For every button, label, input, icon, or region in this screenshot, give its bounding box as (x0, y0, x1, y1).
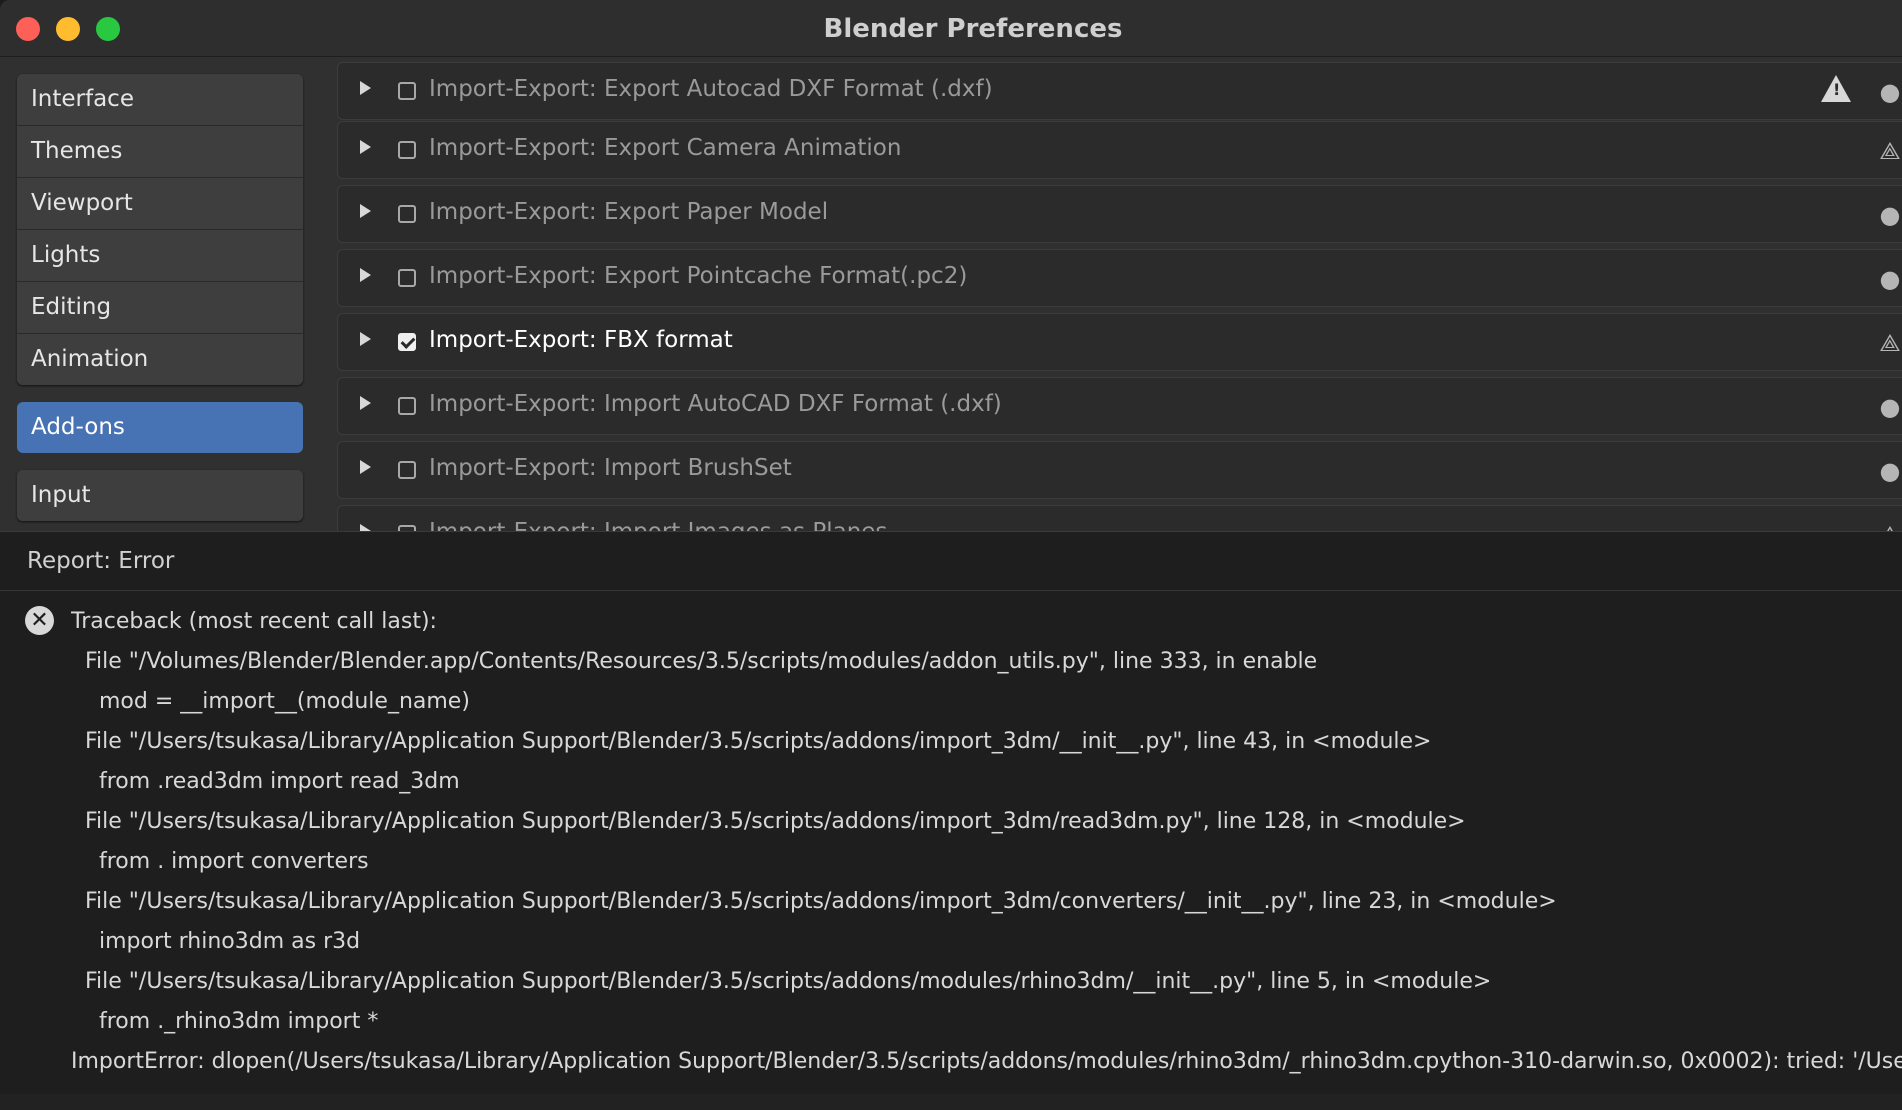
traceback-line: File "/Users/tsukasa/Library/Application… (85, 809, 1466, 834)
addon-row[interactable]: Import-Export: Import BrushSet ● (337, 441, 1902, 499)
sidebar-group-main: Interface Themes Viewport Lights Editing Anim… (17, 74, 303, 385)
sidebar-item-lights[interactable]: Lights (17, 230, 303, 282)
blender-icon: ⟁ (1879, 329, 1901, 357)
traceback-line: File "/Users/tsukasa/Library/Application… (85, 969, 1492, 994)
expand-arrow-icon[interactable] (360, 396, 371, 410)
addon-enable-checkbox[interactable] (398, 397, 416, 415)
addon-enable-checkbox[interactable] (398, 461, 416, 479)
traceback-text: Traceback (most recent call last): File "… (71, 602, 1902, 1082)
sidebar-group-input: Input (17, 470, 303, 521)
traceback-line: from . import converters (99, 849, 369, 874)
preferences-sidebar: Interface Themes Viewport Lights Editing Anim… (17, 74, 303, 521)
addon-label: Import-Export: FBX format (429, 327, 733, 353)
user-icon: ● (1879, 393, 1901, 421)
traceback-line: Traceback (most recent call last): (71, 609, 437, 634)
preferences-window: Blender Preferences Interface Themes Viewp… (0, 0, 1902, 1110)
addon-label: Import-Export: Export Paper Model (429, 199, 829, 225)
traceback-line: File "/Users/tsukasa/Library/Application… (85, 729, 1432, 754)
blender-icon: ⟁ (1879, 137, 1901, 165)
addon-label: Import-Export: Export Camera Animation (429, 135, 902, 161)
addon-enable-checkbox[interactable] (398, 141, 416, 159)
expand-arrow-icon[interactable] (360, 332, 371, 346)
expand-arrow-icon[interactable] (360, 460, 371, 474)
addon-enable-checkbox[interactable] (398, 205, 416, 223)
report-title: Report: Error (0, 532, 1902, 591)
title-bar[interactable]: Blender Preferences (0, 0, 1902, 57)
addon-row[interactable]: Import-Export: Export Pointcache Format(… (337, 249, 1902, 307)
traceback-line: File "/Volumes/Blender/Blender.app/Conte… (85, 649, 1318, 674)
user-icon: ● (1879, 265, 1901, 293)
traceback-line: from ._rhino3dm import * (99, 1009, 379, 1034)
expand-arrow-icon[interactable] (360, 140, 371, 154)
sidebar-item-animation[interactable]: Animation (17, 334, 303, 385)
addon-enable-checkbox[interactable] (398, 269, 416, 287)
addon-row[interactable]: Import-Export: Export Camera Animation ⟁ (337, 121, 1902, 179)
sidebar-item-editing[interactable]: Editing (17, 282, 303, 334)
bottom-strip (0, 1094, 1902, 1110)
addon-row[interactable]: Import-Export: Export Paper Model ● (337, 185, 1902, 243)
sidebar-item-themes[interactable]: Themes (17, 126, 303, 178)
expand-arrow-icon[interactable] (360, 268, 371, 282)
user-icon: ● (1879, 78, 1901, 106)
sidebar-item-interface[interactable]: Interface (17, 74, 303, 126)
addon-label: Import-Export: Export Pointcache Format(… (429, 263, 968, 289)
addon-enable-checkbox[interactable] (398, 82, 416, 100)
addon-row[interactable]: Import-Export: Export Autocad DXF Format… (337, 62, 1902, 120)
sidebar-item-input[interactable]: Input (17, 470, 303, 521)
addon-label: Import-Export: Import AutoCAD DXF Format… (429, 391, 1002, 417)
traceback-line: File "/Users/tsukasa/Library/Application… (85, 889, 1557, 914)
user-icon: ● (1879, 457, 1901, 485)
sidebar-item-add-ons[interactable]: Add-ons (17, 402, 303, 453)
sidebar-item-viewport[interactable]: Viewport (17, 178, 303, 230)
warning-icon: ! (1821, 75, 1851, 102)
traceback-line: import rhino3dm as r3d (99, 929, 361, 954)
expand-arrow-icon[interactable] (360, 81, 371, 95)
expand-arrow-icon[interactable] (360, 204, 371, 218)
error-icon: ✕ (25, 606, 54, 635)
error-report-popup: Report: Error ✕ Traceback (most recent c… (0, 531, 1902, 1095)
addon-row[interactable]: Import-Export: Import AutoCAD DXF Format… (337, 377, 1902, 435)
addon-row[interactable]: Import-Export: FBX format ⟁ (337, 313, 1902, 371)
addon-enable-checkbox[interactable] (398, 333, 416, 351)
traceback-line: mod = __import__(module_name) (99, 689, 470, 714)
user-icon: ● (1879, 201, 1901, 229)
addon-label: Import-Export: Export Autocad DXF Format… (429, 76, 993, 102)
addon-label: Import-Export: Import BrushSet (429, 455, 792, 481)
traceback-line: from .read3dm import read_3dm (99, 769, 460, 794)
traceback-line: ImportError: dlopen(/Users/tsukasa/Libra… (71, 1049, 1902, 1074)
window-title: Blender Preferences (823, 14, 1123, 44)
